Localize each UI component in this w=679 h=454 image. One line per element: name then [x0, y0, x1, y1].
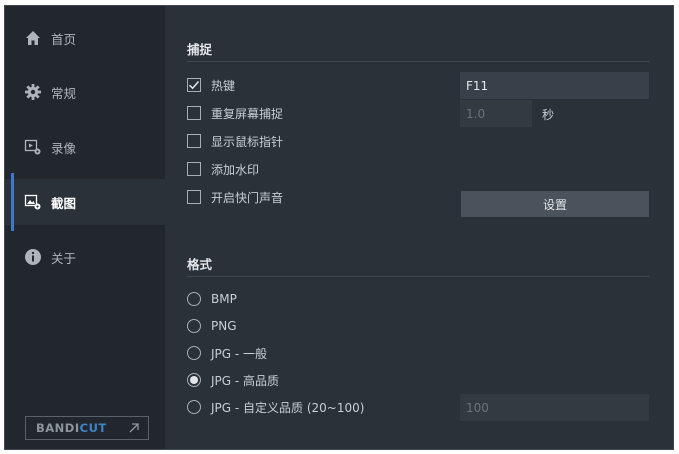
screenshot-settings-icon	[24, 193, 42, 211]
watermark-label: 添加水印	[211, 162, 260, 177]
hotkey-option[interactable]: 热键	[187, 76, 235, 94]
format-option-png[interactable]: PNG	[187, 317, 237, 335]
checkmark-icon	[188, 81, 200, 90]
show-cursor-option[interactable]: 显示鼠标指针	[187, 132, 283, 150]
brand-text: BANDI	[36, 421, 80, 435]
brand-text-accent: CUT	[79, 421, 107, 435]
format-radio-jpg-high[interactable]	[187, 373, 201, 387]
info-icon	[24, 248, 42, 266]
format-radio-bmp[interactable]	[187, 292, 201, 306]
sidebar-item-video[interactable]: 录像	[5, 124, 165, 170]
format-option-jpg-custom[interactable]: JPG - 自定义品质 (20~100)	[187, 398, 364, 416]
format-option-jpg-normal[interactable]: JPG - 一般	[187, 344, 267, 362]
sidebar-item-screenshot[interactable]: 截图	[5, 173, 165, 231]
sidebar-item-label: 关于	[51, 250, 77, 266]
settings-button[interactable]: 设置	[461, 191, 649, 217]
format-label: PNG	[211, 319, 237, 333]
sidebar-item-label: 常规	[51, 85, 77, 101]
repeat-capture-checkbox[interactable]	[187, 106, 201, 120]
radio-selected-dot	[190, 376, 198, 384]
bandicut-link[interactable]: BANDI CUT	[25, 416, 149, 440]
capture-section-title: 捕捉	[187, 42, 213, 57]
seconds-unit-label: 秒	[542, 108, 555, 122]
external-link-icon	[128, 422, 140, 437]
gear-icon	[24, 83, 42, 101]
capture-divider	[187, 61, 649, 62]
shutter-sound-option[interactable]: 开启快门声音	[187, 188, 283, 206]
show-cursor-checkbox[interactable]	[187, 134, 201, 148]
shutter-sound-checkbox[interactable]	[187, 190, 201, 204]
format-label: JPG - 高品质	[211, 373, 280, 388]
repeat-capture-label: 重复屏幕捕捉	[211, 106, 284, 121]
watermark-checkbox[interactable]	[187, 162, 201, 176]
format-radio-jpg-custom[interactable]	[187, 400, 201, 414]
watermark-option[interactable]: 添加水印	[187, 160, 259, 178]
video-settings-icon	[24, 138, 42, 156]
hotkey-checkbox[interactable]	[187, 78, 201, 92]
format-label: JPG - 一般	[211, 346, 268, 361]
format-radio-png[interactable]	[187, 319, 201, 333]
format-option-jpg-high[interactable]: JPG - 高品质	[187, 371, 279, 389]
custom-quality-input[interactable]	[460, 394, 649, 421]
settings-panel: 捕捉 热键 重复屏幕捕捉 秒 显示鼠标指针 添加水印 开启快门声音 设置	[165, 6, 673, 449]
sidebar-item-home[interactable]: 首页	[5, 15, 165, 61]
sidebar-item-general[interactable]: 常规	[5, 69, 165, 115]
app-window: 首页 常规 录像 截图 关于 BANDI CUT 捕捉 热键 F11 重复屏幕捕…	[4, 5, 674, 450]
format-label: BMP	[211, 292, 237, 306]
sidebar-item-label: 截图	[51, 195, 77, 211]
sidebar: 首页 常规 录像 截图 关于 BANDI CUT	[5, 6, 165, 449]
format-divider	[187, 276, 649, 277]
format-radio-jpg-normal[interactable]	[187, 346, 201, 360]
format-option-bmp[interactable]: BMP	[187, 290, 237, 308]
sidebar-item-label: 录像	[51, 140, 77, 156]
hotkey-input[interactable]	[460, 72, 649, 99]
format-label: JPG - 自定义品质 (20~100)	[211, 400, 365, 415]
sidebar-item-label: 首页	[51, 31, 77, 47]
show-cursor-label: 显示鼠标指针	[211, 134, 284, 149]
hotkey-label: 热键	[211, 78, 236, 93]
shutter-sound-label: 开启快门声音	[211, 190, 284, 205]
format-section-title: 格式	[187, 257, 213, 272]
sidebar-item-about[interactable]: 关于	[5, 234, 165, 280]
home-icon	[24, 29, 42, 47]
repeat-capture-option[interactable]: 重复屏幕捕捉	[187, 104, 283, 122]
repeat-interval-input[interactable]	[460, 100, 532, 127]
